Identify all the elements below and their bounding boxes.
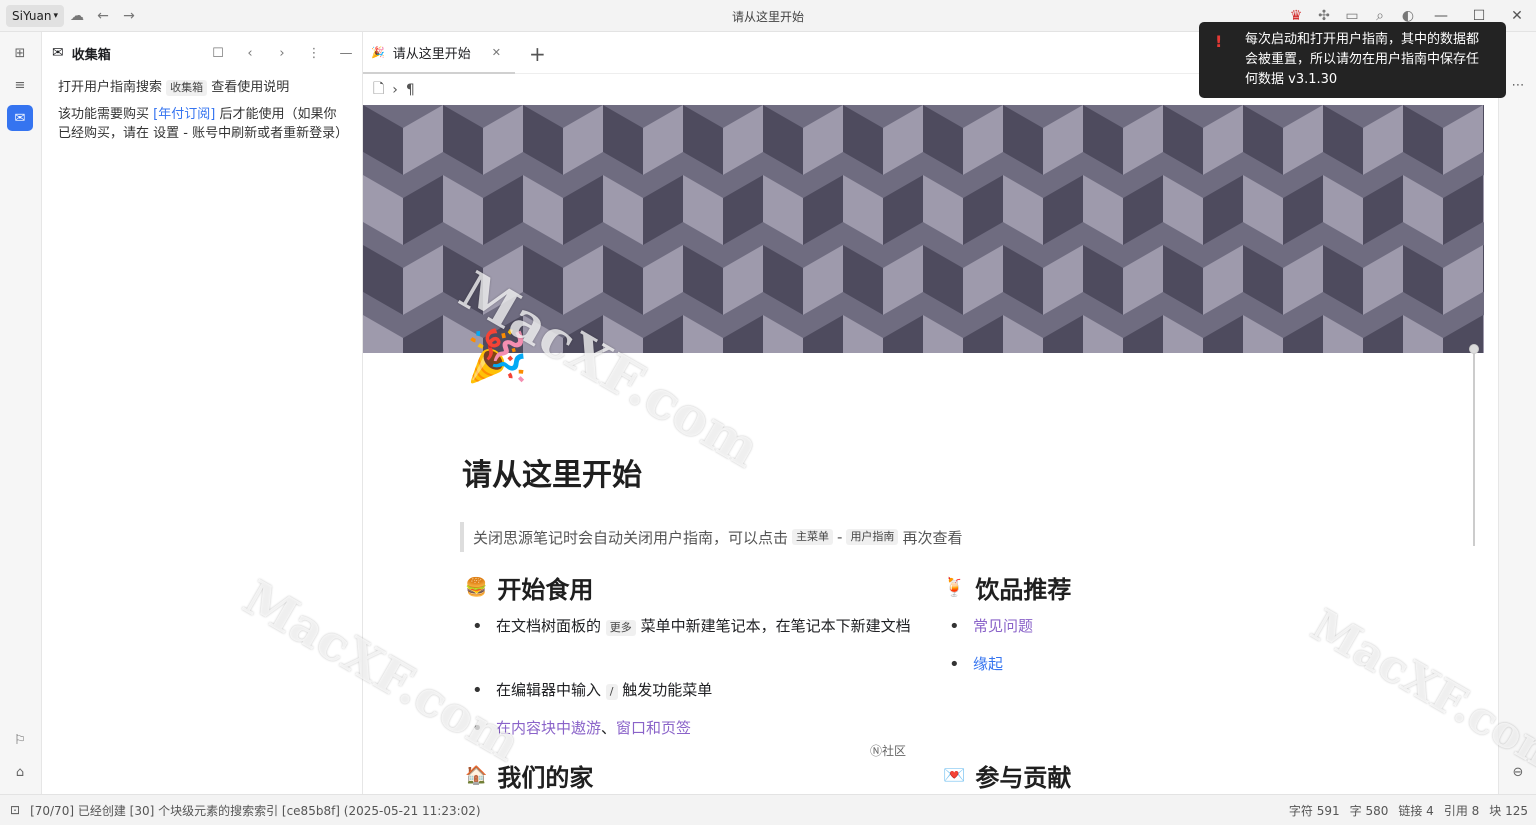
community-label[interactable]: Ⓝ社区 bbox=[870, 742, 906, 759]
add-tab-button[interactable]: + bbox=[529, 42, 546, 66]
document-icon[interactable]: 🗋 bbox=[373, 78, 384, 102]
workspace-button[interactable]: SiYuan ▾ bbox=[6, 4, 64, 27]
blockquote: 关闭思源笔记时会自动关闭用户指南，可以点击 主菜单 - 用户指南 再次查看 bbox=[460, 522, 962, 552]
heading-text: 开始食用 bbox=[497, 576, 594, 604]
panel-title: 收集箱 bbox=[71, 47, 111, 63]
word-count: 字 580 bbox=[1349, 803, 1389, 818]
item-text: 在文档树面板的 bbox=[496, 617, 602, 635]
chevron-down-icon: ▾ bbox=[53, 10, 58, 21]
list-item: 在文档树面板的 更多 菜单中新建笔记本，在笔记本下新建文档 bbox=[472, 614, 916, 639]
select-all-icon[interactable]: ☐ bbox=[202, 46, 234, 61]
warning-icon: ! bbox=[1215, 32, 1223, 51]
house-icon: 🏠 bbox=[465, 765, 488, 786]
document-emoji-icon[interactable]: 🎉 bbox=[466, 326, 528, 386]
tab-label: 请从这里开始 bbox=[392, 46, 471, 62]
tag-icon[interactable]: ⌂ bbox=[7, 759, 33, 785]
notice-prefix: 该功能需要购买 bbox=[58, 107, 150, 122]
cover-image[interactable] bbox=[363, 105, 1484, 353]
breadcrumb: 🗋 › ¶ bbox=[363, 76, 415, 104]
scroll-track[interactable] bbox=[1473, 350, 1475, 546]
subscription-link[interactable]: [年付订阅] bbox=[153, 107, 215, 122]
block-navigation-link[interactable]: 在内容块中遨游 bbox=[496, 719, 601, 737]
help-text-suffix: 查看使用说明 bbox=[211, 80, 290, 95]
notification-toast[interactable]: ! 每次启动和打开用户指南，其中的数据都会被重置，所以请勿在用户指南中保存任何数… bbox=[1199, 22, 1506, 98]
subscription-notice: 该功能需要购买 [年付订阅] 后才能使用（如果你已经购买，请在 设置 - 账号中… bbox=[42, 101, 362, 147]
close-tab-icon[interactable]: ✕ bbox=[492, 46, 501, 59]
origin-link[interactable]: 缘起 bbox=[949, 652, 1003, 677]
bookmark-icon[interactable]: ⚐ bbox=[7, 727, 33, 753]
inbox-icon[interactable]: ✉ bbox=[7, 105, 33, 131]
sync-icon[interactable]: ☁ bbox=[64, 3, 90, 29]
inbox-kbd: 收集箱 bbox=[166, 80, 208, 96]
heading-getting-started: 🍔 开始食用 bbox=[465, 570, 593, 605]
chevron-right-icon: › bbox=[392, 82, 398, 98]
right-dock: ⋯ ⊖ bbox=[1498, 32, 1536, 794]
toast-text: 每次启动和打开用户指南，其中的数据都会被重置，所以请勿在用户指南中保存任何数据 … bbox=[1245, 32, 1480, 87]
faq-link[interactable]: 常见问题 bbox=[949, 614, 1033, 639]
link-icon[interactable]: ⊖ bbox=[1505, 759, 1531, 785]
char-count: 字符 591 bbox=[1288, 803, 1340, 818]
tab-start-here[interactable]: 🎉 请从这里开始 ✕ bbox=[363, 32, 515, 74]
item-text: 触发功能菜单 bbox=[622, 681, 713, 699]
love-letter-icon: 💌 bbox=[943, 765, 966, 786]
window-tab-link[interactable]: 窗口和页签 bbox=[616, 719, 691, 737]
heading-text: 我们的家 bbox=[497, 764, 594, 792]
ref-count: 引用 8 bbox=[1443, 803, 1480, 818]
document-title[interactable]: 请从这里开始 bbox=[462, 450, 642, 494]
help-text-prefix: 打开用户指南搜索 bbox=[58, 80, 163, 95]
quote-sep: - bbox=[837, 528, 843, 546]
list-item: 在编辑器中输入 / 触发功能菜单 bbox=[472, 678, 713, 703]
next-page-icon[interactable]: › bbox=[266, 46, 298, 61]
heading-our-home: 🏠 我们的家 bbox=[465, 758, 593, 793]
more-icon[interactable]: ⋮ bbox=[298, 46, 330, 61]
heading-contribute: 💌 参与贡献 bbox=[943, 758, 1071, 793]
burger-icon: 🍔 bbox=[465, 577, 488, 598]
status-bar: ⊡ [70/70] 已经创建 [30] 个块级元素的搜索索引 [ce85b8f]… bbox=[0, 794, 1536, 825]
scroll-handle[interactable] bbox=[1469, 344, 1479, 354]
heading-text: 参与贡献 bbox=[975, 764, 1072, 792]
forward-icon[interactable]: → bbox=[116, 3, 142, 29]
quote-suffix: 再次查看 bbox=[902, 528, 963, 547]
user-guide-kbd: 用户指南 bbox=[846, 529, 899, 545]
main-menu-kbd: 主菜单 bbox=[792, 529, 834, 545]
file-tree-icon[interactable]: ⊞ bbox=[7, 40, 33, 66]
drink-icon: 🍹 bbox=[943, 577, 966, 598]
block-count: 块 125 bbox=[1489, 803, 1528, 818]
inbox-help-text: 打开用户指南搜索 收集箱 查看使用说明 bbox=[42, 74, 362, 101]
heading-text: 饮品推荐 bbox=[975, 576, 1072, 604]
item-text: 在编辑器中输入 bbox=[496, 681, 602, 699]
item-sep: 、 bbox=[601, 719, 617, 737]
back-icon[interactable]: ← bbox=[90, 3, 116, 29]
mail-icon: ✉ bbox=[52, 45, 64, 61]
paragraph-icon[interactable]: ¶ bbox=[406, 82, 415, 98]
minimize-panel-icon[interactable]: — bbox=[330, 46, 362, 61]
more-kbd: 更多 bbox=[605, 620, 636, 636]
list-item: 在内容块中遨游、窗口和页签 bbox=[472, 716, 691, 741]
heading-drinks: 🍹 饮品推荐 bbox=[943, 570, 1071, 605]
status-icon[interactable]: ⊡ bbox=[10, 803, 20, 817]
prev-page-icon[interactable]: ‹ bbox=[234, 46, 266, 61]
workspace-name: SiYuan bbox=[12, 8, 52, 23]
item-text: 菜单中新建笔记本，在笔记本下新建文档 bbox=[640, 617, 911, 635]
outline-icon[interactable]: ≡ bbox=[7, 72, 33, 98]
status-message: [70/70] 已经创建 [30] 个块级元素的搜索索引 [ce85b8f] (… bbox=[30, 803, 481, 818]
inbox-panel: ✉ 收集箱 ☐ ‹ › ⋮ — 打开用户指南搜索 收集箱 查看使用说明 该功能需… bbox=[42, 32, 363, 794]
left-dock: ⊞ ≡ ✉ ⚐ ⌂ bbox=[0, 32, 42, 794]
slash-kbd: / bbox=[605, 684, 618, 700]
backlinks-icon[interactable]: ⋯ bbox=[1505, 72, 1531, 98]
tab-emoji: 🎉 bbox=[371, 45, 385, 59]
quote-prefix: 关闭思源笔记时会自动关闭用户指南，可以点击 bbox=[473, 528, 789, 547]
link-count: 链接 4 bbox=[1398, 803, 1434, 818]
cube-pattern bbox=[363, 105, 1484, 353]
